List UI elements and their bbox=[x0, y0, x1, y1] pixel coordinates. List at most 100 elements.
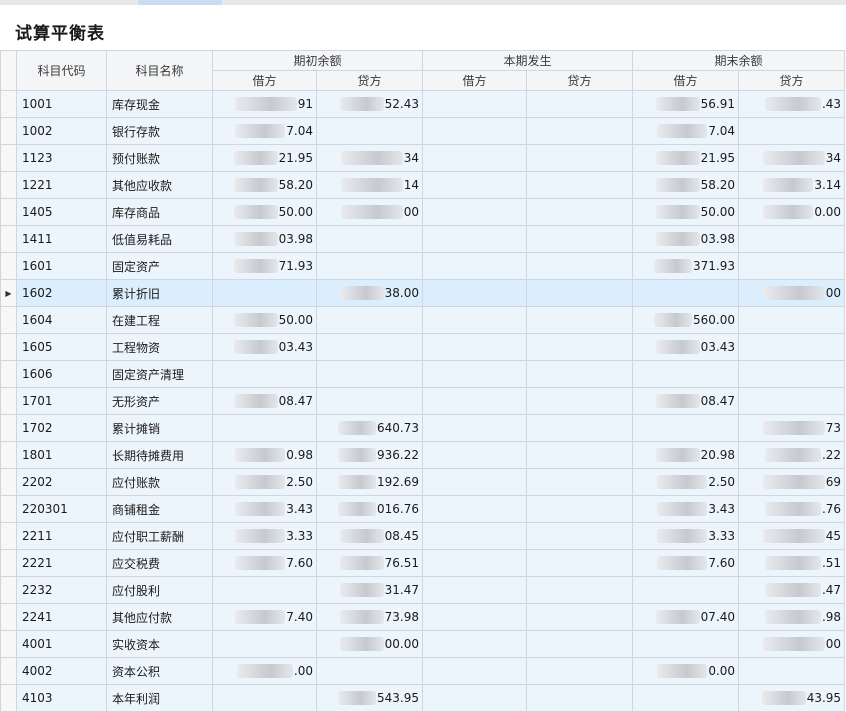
cell-account-name[interactable]: 累计折旧 bbox=[106, 279, 213, 307]
cell-closing-debit[interactable]: 3.33 bbox=[632, 522, 740, 550]
cell-closing-debit[interactable] bbox=[632, 414, 740, 442]
table-row[interactable]: 1405 库存商品 50.00 00 50.00 0.00 bbox=[0, 198, 846, 226]
cell-opening-debit[interactable]: .00 bbox=[212, 657, 317, 685]
row-selector[interactable]: ▶ bbox=[0, 279, 17, 307]
cell-current-debit[interactable] bbox=[422, 414, 528, 442]
cell-opening-debit[interactable]: 3.43 bbox=[212, 495, 317, 523]
cell-account-code[interactable]: 2211 bbox=[16, 522, 107, 550]
cell-current-debit[interactable] bbox=[422, 630, 528, 658]
cell-current-credit[interactable] bbox=[526, 90, 634, 118]
cell-current-debit[interactable] bbox=[422, 387, 528, 415]
cell-opening-debit[interactable]: 50.00 bbox=[212, 306, 317, 334]
cell-current-debit[interactable] bbox=[422, 522, 528, 550]
row-selector[interactable] bbox=[0, 360, 17, 388]
cell-opening-debit[interactable]: 21.95 bbox=[212, 144, 317, 172]
cell-opening-credit[interactable]: 08.45 bbox=[315, 522, 424, 550]
cell-closing-debit[interactable]: 58.20 bbox=[632, 171, 740, 199]
row-selector[interactable] bbox=[0, 306, 17, 334]
cell-account-name[interactable]: 应付股利 bbox=[106, 576, 213, 604]
column-header-opening-debit[interactable]: 借方 bbox=[212, 70, 317, 91]
cell-current-credit[interactable] bbox=[526, 468, 634, 496]
cell-current-debit[interactable] bbox=[422, 495, 528, 523]
cell-current-credit[interactable] bbox=[526, 171, 634, 199]
cell-opening-debit[interactable]: 3.33 bbox=[212, 522, 317, 550]
row-selector[interactable] bbox=[0, 441, 17, 469]
cell-current-debit[interactable] bbox=[422, 306, 528, 334]
table-row[interactable]: 2211 应付职工薪酬 3.33 08.45 3.33 45 bbox=[0, 522, 846, 550]
table-row[interactable]: 2241 其他应付款 7.40 73.98 07.40 .98 bbox=[0, 603, 846, 631]
table-row[interactable]: 1801 长期待摊费用 0.98 936.22 20.98 .22 bbox=[0, 441, 846, 469]
cell-opening-credit[interactable] bbox=[315, 333, 424, 361]
cell-account-code[interactable]: 1411 bbox=[16, 225, 107, 253]
cell-opening-credit[interactable]: 543.95 bbox=[315, 684, 424, 712]
column-header-name[interactable]: 科目名称 bbox=[106, 50, 213, 91]
table-row[interactable]: 1604 在建工程 50.00 560.00 bbox=[0, 306, 846, 334]
cell-current-credit[interactable] bbox=[526, 414, 634, 442]
cell-account-name[interactable]: 固定资产清理 bbox=[106, 360, 213, 388]
row-selector[interactable] bbox=[0, 171, 17, 199]
cell-closing-debit[interactable]: 50.00 bbox=[632, 198, 740, 226]
cell-account-name[interactable]: 预付账款 bbox=[106, 144, 213, 172]
cell-account-code[interactable]: 1801 bbox=[16, 441, 107, 469]
cell-closing-debit[interactable]: 03.43 bbox=[632, 333, 740, 361]
cell-closing-credit[interactable] bbox=[738, 225, 846, 253]
cell-closing-credit[interactable]: 00 bbox=[738, 279, 846, 307]
cell-account-code[interactable]: 220301 bbox=[16, 495, 107, 523]
row-selector[interactable] bbox=[0, 495, 17, 523]
table-row[interactable]: 2221 应交税费 7.60 76.51 7.60 .51 bbox=[0, 549, 846, 577]
cell-opening-debit[interactable]: 50.00 bbox=[212, 198, 317, 226]
cell-current-debit[interactable] bbox=[422, 441, 528, 469]
cell-current-credit[interactable] bbox=[526, 279, 634, 307]
cell-current-credit[interactable] bbox=[526, 576, 634, 604]
cell-current-credit[interactable] bbox=[526, 495, 634, 523]
cell-account-code[interactable]: 2241 bbox=[16, 603, 107, 631]
cell-account-code[interactable]: 1405 bbox=[16, 198, 107, 226]
cell-opening-debit[interactable] bbox=[212, 630, 317, 658]
row-selector[interactable] bbox=[0, 144, 17, 172]
table-row[interactable]: 1002 银行存款 7.04 7.04 bbox=[0, 117, 846, 145]
table-row[interactable]: 1411 低值易耗品 03.98 03.98 bbox=[0, 225, 846, 253]
cell-closing-credit[interactable]: 0.00 bbox=[738, 198, 846, 226]
cell-account-code[interactable]: 1702 bbox=[16, 414, 107, 442]
cell-account-name[interactable]: 工程物资 bbox=[106, 333, 213, 361]
row-selector[interactable] bbox=[0, 90, 17, 118]
cell-opening-credit[interactable]: 016.76 bbox=[315, 495, 424, 523]
cell-opening-credit[interactable]: 00 bbox=[315, 198, 424, 226]
cell-current-debit[interactable] bbox=[422, 684, 528, 712]
cell-account-code[interactable]: 2202 bbox=[16, 468, 107, 496]
cell-current-credit[interactable] bbox=[526, 333, 634, 361]
cell-closing-credit[interactable]: 69 bbox=[738, 468, 846, 496]
cell-current-credit[interactable] bbox=[526, 144, 634, 172]
cell-current-credit[interactable] bbox=[526, 252, 634, 280]
cell-opening-credit[interactable]: 31.47 bbox=[315, 576, 424, 604]
cell-opening-debit[interactable]: 03.43 bbox=[212, 333, 317, 361]
table-row[interactable]: 4002 资本公积 .00 0.00 bbox=[0, 657, 846, 685]
row-selector[interactable] bbox=[0, 630, 17, 658]
cell-account-name[interactable]: 商铺租金 bbox=[106, 495, 213, 523]
cell-closing-debit[interactable]: 0.00 bbox=[632, 657, 740, 685]
cell-closing-debit[interactable]: 2.50 bbox=[632, 468, 740, 496]
cell-current-credit[interactable] bbox=[526, 603, 634, 631]
cell-account-name[interactable]: 实收资本 bbox=[106, 630, 213, 658]
cell-opening-debit[interactable] bbox=[212, 414, 317, 442]
cell-closing-credit[interactable] bbox=[738, 252, 846, 280]
cell-closing-debit[interactable] bbox=[632, 360, 740, 388]
cell-current-credit[interactable] bbox=[526, 387, 634, 415]
row-selector[interactable] bbox=[0, 198, 17, 226]
cell-closing-credit[interactable] bbox=[738, 333, 846, 361]
row-selector[interactable] bbox=[0, 468, 17, 496]
cell-current-credit[interactable] bbox=[526, 225, 634, 253]
cell-account-code[interactable]: 1701 bbox=[16, 387, 107, 415]
table-row[interactable]: 4103 本年利润 543.95 43.95 bbox=[0, 684, 846, 712]
cell-account-name[interactable]: 本年利润 bbox=[106, 684, 213, 712]
table-row[interactable]: 1123 预付账款 21.95 34 21.95 34 bbox=[0, 144, 846, 172]
cell-opening-debit[interactable]: 03.98 bbox=[212, 225, 317, 253]
cell-account-code[interactable]: 1601 bbox=[16, 252, 107, 280]
cell-account-name[interactable]: 累计摊销 bbox=[106, 414, 213, 442]
column-header-code[interactable]: 科目代码 bbox=[16, 50, 107, 91]
cell-current-credit[interactable] bbox=[526, 549, 634, 577]
cell-closing-credit[interactable]: 34 bbox=[738, 144, 846, 172]
cell-current-debit[interactable] bbox=[422, 117, 528, 145]
row-selector[interactable] bbox=[0, 333, 17, 361]
cell-opening-debit[interactable]: 71.93 bbox=[212, 252, 317, 280]
